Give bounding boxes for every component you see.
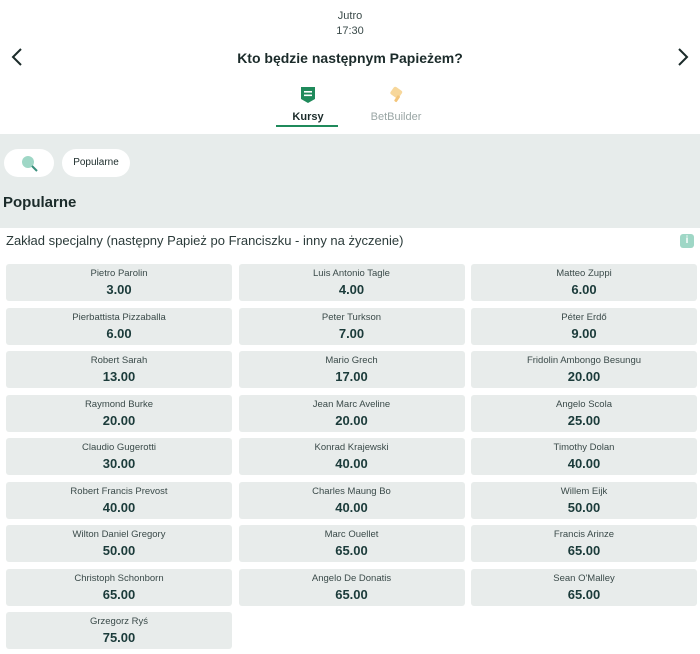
odds-button[interactable]: Willem Eijk 50.00 (471, 481, 697, 519)
odds-button[interactable]: Angelo Scola 25.00 (471, 394, 697, 432)
event-title: Kto będzie następnym Papieżem? (237, 50, 463, 66)
selection-name: Charles Maung Bo (312, 485, 391, 497)
odds-button[interactable]: Fridolin Ambongo Besungu 20.00 (471, 351, 697, 388)
selection-odds: 3.00 (106, 282, 132, 297)
selection-name: Christoph Schonborn (74, 572, 164, 584)
odds-grid: Pietro Parolin 3.00 Luis Antonio Tagle 4.00… (6, 264, 697, 649)
info-icon[interactable]: i (680, 234, 694, 248)
odds-button[interactable]: Peter Turkson 7.00 (238, 307, 465, 345)
selection-odds: 7.00 (338, 325, 365, 341)
selection-name: Robert Francis Prevost (70, 485, 168, 497)
selection-odds: 6.00 (571, 282, 597, 297)
selection-odds: 20.00 (335, 412, 368, 428)
selection-odds: 50.00 (567, 499, 601, 515)
odds-button[interactable]: Péter Erdő 9.00 (471, 307, 697, 345)
odds-button[interactable]: Mario Grech 17.00 (238, 351, 465, 388)
selection-name: Marc Ouellet (324, 529, 379, 540)
selection-name: Timothy Dolan (553, 442, 615, 453)
event-date: Jutro (337, 10, 363, 22)
selection-odds: 13.00 (102, 369, 136, 384)
tab-kursy[interactable]: Kursy (276, 84, 340, 128)
selection-odds: 65.00 (335, 586, 368, 602)
odds-button[interactable]: Wilton Daniel Gregory 50.00 (6, 525, 232, 562)
odds-button[interactable]: Christoph Schonborn 65.00 (6, 568, 232, 606)
selection-odds: 40.00 (335, 499, 368, 515)
selection-odds: 75.00 (102, 630, 136, 645)
odds-button[interactable]: Matteo Zuppi 6.00 (471, 264, 697, 301)
selection-odds: 65.00 (102, 586, 136, 602)
selection-odds: 20.00 (567, 369, 601, 384)
odds-button[interactable]: Francis Arinze 65.00 (471, 525, 697, 562)
chevron-left-icon (11, 48, 22, 66)
prev-event-button[interactable] (6, 44, 28, 70)
selection-odds: 65.00 (567, 586, 601, 602)
odds-button[interactable]: Claudio Gugerotti 30.00 (6, 438, 232, 475)
selection-odds: 40.00 (102, 499, 136, 515)
tab-betbuilder-label: BetBuilder (370, 111, 422, 123)
selection-odds: 17.00 (335, 369, 368, 384)
selection-name: Wilton Daniel Gregory (72, 529, 166, 540)
event-time: 17:30 (336, 25, 364, 37)
odds-button[interactable]: Pierbattista Pizzaballa 6.00 (6, 307, 232, 345)
odds-button[interactable]: Marc Ouellet 65.00 (238, 525, 465, 562)
selection-odds: 6.00 (106, 325, 132, 341)
selection-odds: 65.00 (567, 543, 601, 558)
odds-button[interactable]: Grzegorz Ryś 75.00 (6, 612, 232, 649)
next-event-button[interactable] (672, 44, 694, 70)
selection-odds: 4.00 (338, 282, 365, 297)
selection-odds: 30.00 (102, 456, 136, 471)
section-title: Popularne (3, 194, 77, 211)
selection-name: Péter Erdő (561, 311, 607, 323)
selection-name: Angelo Scola (556, 398, 612, 410)
selection-name: Peter Turkson (321, 311, 382, 323)
selection-odds: 65.00 (335, 543, 368, 558)
selection-name: Claudio Gugerotti (82, 442, 156, 453)
search-icon (22, 156, 38, 172)
selection-name: Fridolin Ambongo Besungu (526, 355, 642, 366)
tab-betbuilder[interactable]: BetBuilder (364, 84, 428, 128)
selection-odds: 50.00 (102, 543, 136, 558)
selection-name: Raymond Burke (84, 398, 154, 410)
active-tab-indicator (276, 125, 338, 127)
market-header: Zakład specjalny (następny Papież po Fra… (0, 228, 700, 254)
odds-button[interactable]: Timothy Dolan 40.00 (471, 438, 697, 475)
odds-button[interactable]: Luis Antonio Tagle 4.00 (238, 264, 465, 301)
event-header: Jutro 17:30 Kto będzie następnym Papieże… (0, 0, 700, 134)
selection-odds: 40.00 (335, 456, 368, 471)
selection-odds: 9.00 (571, 325, 597, 341)
selection-name: Jean Marc Aveline (312, 398, 391, 410)
selection-name: Pietro Parolin (90, 268, 148, 279)
search-button[interactable] (4, 149, 54, 177)
selection-odds: 25.00 (567, 412, 601, 428)
odds-button[interactable]: Angelo De Donatis 65.00 (238, 568, 465, 606)
odds-button[interactable]: Sean O'Malley 65.00 (471, 568, 697, 606)
betbuilder-icon (390, 86, 403, 103)
selection-name: Willem Eijk (560, 485, 608, 497)
selection-name: Robert Sarah (90, 355, 148, 366)
selection-odds: 20.00 (102, 412, 136, 428)
odds-list-icon (301, 87, 315, 103)
selection-name: Matteo Zuppi (556, 268, 612, 279)
odds-button[interactable]: Jean Marc Aveline 20.00 (238, 394, 465, 432)
filter-popularne[interactable]: Popularne (62, 149, 130, 177)
selection-name: Konrad Krajewski (314, 442, 389, 453)
selection-name: Pierbattista Pizzaballa (72, 311, 166, 323)
odds-button[interactable]: Pietro Parolin 3.00 (6, 264, 232, 301)
selection-name: Angelo De Donatis (311, 572, 392, 584)
odds-button[interactable]: Robert Sarah 13.00 (6, 351, 232, 388)
selection-odds: 40.00 (567, 456, 601, 471)
market-name: Zakład specjalny (następny Papież po Fra… (6, 233, 404, 248)
selection-name: Sean O'Malley (553, 572, 615, 584)
odds-button[interactable]: Charles Maung Bo 40.00 (238, 481, 465, 519)
odds-button[interactable]: Robert Francis Prevost 40.00 (6, 481, 232, 519)
selection-name: Francis Arinze (553, 529, 615, 540)
selection-name: Mario Grech (325, 355, 378, 366)
odds-button[interactable]: Konrad Krajewski 40.00 (238, 438, 465, 475)
selection-name: Luis Antonio Tagle (313, 268, 390, 279)
selection-name: Grzegorz Ryś (89, 616, 149, 627)
chevron-right-icon (678, 48, 689, 66)
tab-kursy-label: Kursy (292, 111, 324, 123)
odds-button[interactable]: Raymond Burke 20.00 (6, 394, 232, 432)
